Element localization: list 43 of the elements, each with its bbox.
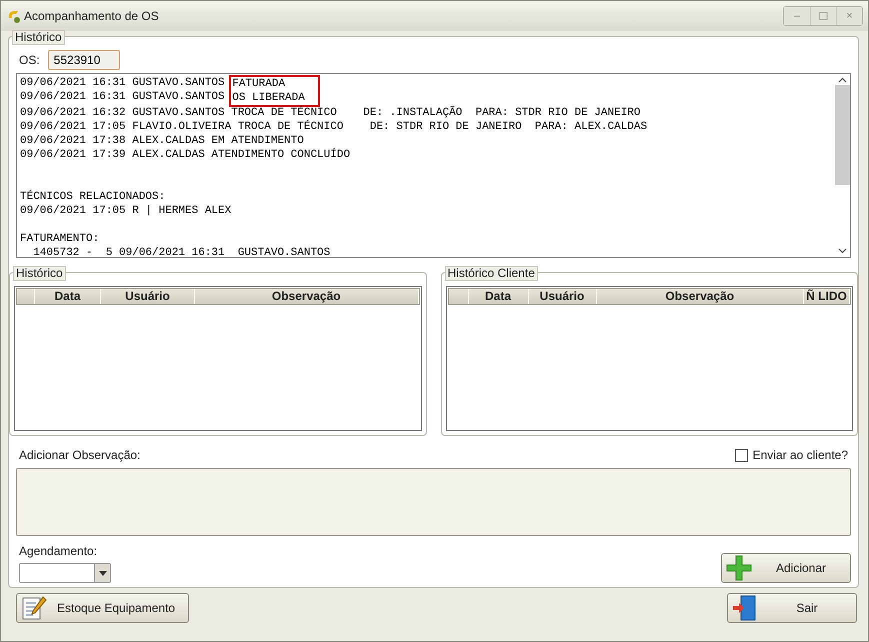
log-status: FATURADA bbox=[232, 77, 286, 91]
os-label: OS: bbox=[19, 53, 40, 67]
column-header[interactable] bbox=[17, 289, 35, 304]
column-header[interactable]: Data bbox=[468, 289, 528, 304]
log-line: 09/06/2021 17:05 FLAVIO.OLIVEIRA TROCA DE TÉCNICO DE: STDR RIO DE JANEIRO PARA: ALEX.CALDAS bbox=[20, 120, 648, 134]
group-legend: Histórico Cliente bbox=[444, 266, 538, 282]
app-logo-icon bbox=[6, 8, 22, 24]
log-line: 09/06/2021 16:32 GUSTAVO.SANTOS TROCA DE TÉCNICO DE: .INSTALAÇÃO PARA: STDR RIO DE JANEIRO bbox=[20, 106, 642, 120]
column-header[interactable]: Observação bbox=[596, 289, 804, 304]
group-legend: Histórico bbox=[13, 266, 66, 282]
exit-button[interactable]: Sair bbox=[727, 593, 857, 623]
observation-label: Adicionar Observação: bbox=[19, 448, 140, 462]
log-line: 1405732 - 5 09/06/2021 16:31 GUSTAVO.SANTOS bbox=[32, 246, 332, 258]
scroll-up-icon[interactable] bbox=[838, 77, 847, 83]
observation-field[interactable] bbox=[16, 468, 851, 536]
checkbox-label: Enviar ao cliente? bbox=[752, 448, 848, 462]
column-header[interactable]: Usuário bbox=[528, 289, 596, 304]
agendamento-label: Agendamento: bbox=[19, 544, 98, 558]
log-line: 09/06/2021 16:31 GUSTAVO.SANTOS bbox=[20, 76, 226, 90]
column-header[interactable]: Observação bbox=[195, 289, 418, 304]
log-line: 09/06/2021 16:31 GUSTAVO.SANTOS bbox=[20, 90, 226, 104]
send-checkbox[interactable] bbox=[734, 448, 748, 462]
log-status: OS LIBERADA bbox=[232, 91, 305, 105]
add-button[interactable]: Adicionar bbox=[721, 553, 851, 583]
plus-icon bbox=[726, 555, 752, 581]
stock-button[interactable]: Estoque Equipamento bbox=[16, 593, 189, 623]
log-line: 09/06/2021 17:38 ALEX.CALDAS EM ATENDIMENTO bbox=[20, 134, 305, 148]
column-header[interactable] bbox=[448, 289, 468, 304]
checklist-pencil-icon bbox=[21, 595, 47, 621]
os-field[interactable]: 5523910 bbox=[48, 50, 120, 70]
log-line: 09/06/2021 17:39 ALEX.CALDAS ATENDIMENTO CONCLUÍDO bbox=[20, 148, 352, 162]
column-header[interactable]: Data bbox=[35, 289, 101, 304]
log-line: 09/06/2021 17:05 R | HERMES ALEX bbox=[20, 204, 232, 218]
log-heading: FATURAMENTO: bbox=[20, 232, 100, 246]
log-heading: TÉCNICOS RELACIONADOS: bbox=[20, 190, 166, 204]
door-exit-icon bbox=[732, 595, 758, 621]
column-header[interactable]: Ñ LIDO bbox=[804, 289, 850, 304]
column-header[interactable]: Usuário bbox=[101, 289, 195, 304]
group-legend: Histórico bbox=[12, 30, 65, 45]
scroll-down-icon[interactable] bbox=[838, 248, 847, 254]
window-title: Acompanhamento de OS bbox=[24, 9, 159, 23]
agendamento-dropdown[interactable] bbox=[19, 563, 111, 583]
dropdown-arrow-icon bbox=[98, 570, 106, 576]
